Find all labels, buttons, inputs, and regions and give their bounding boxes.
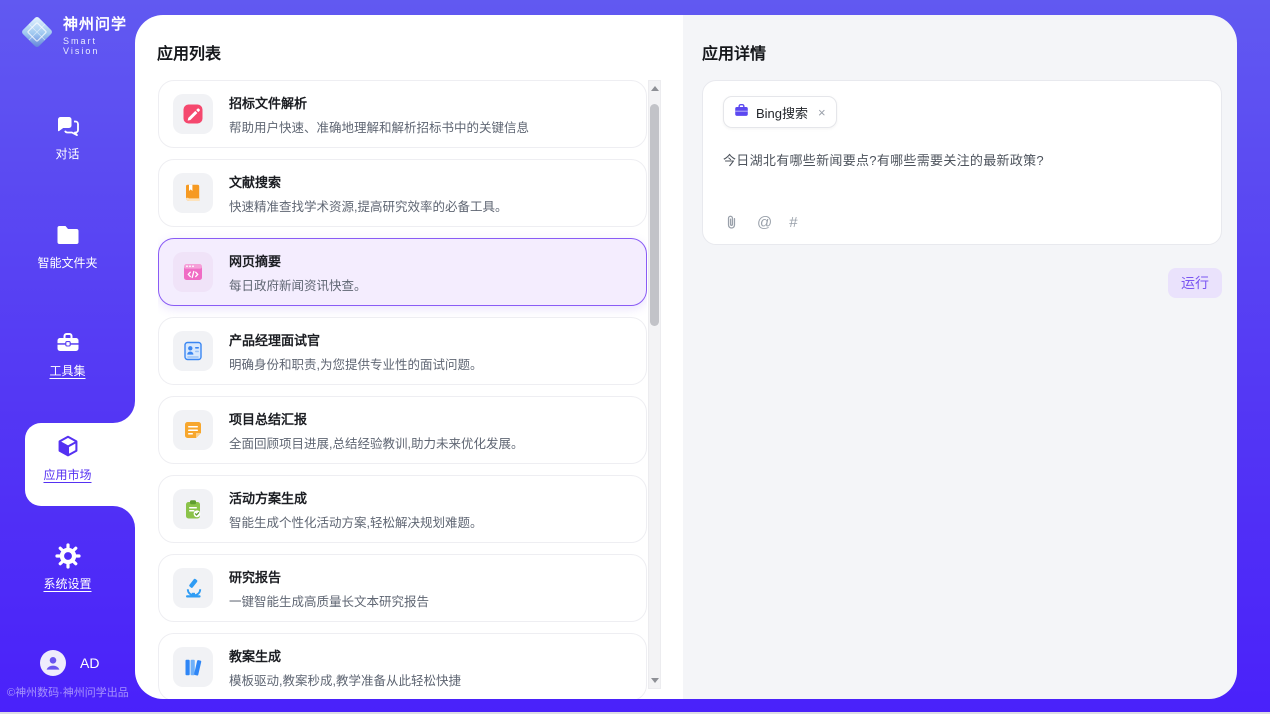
app-list-item[interactable]: 文献搜索 快速精准查找学术资源,提高研究效率的必备工具。 — [158, 159, 647, 227]
research-icon — [173, 568, 213, 608]
app-list-item[interactable]: 招标文件解析 帮助用户快速、准确地理解和解析招标书中的关键信息 — [158, 80, 647, 148]
event-plan-icon — [173, 489, 213, 529]
chat-icon — [0, 112, 135, 142]
topic-icon[interactable]: # — [789, 214, 797, 231]
sidebar-item-chat[interactable]: 对话 — [0, 112, 135, 163]
app-name: 网页摘要 — [229, 251, 367, 270]
composer-toolbar: @ # — [723, 214, 798, 231]
app-list-item[interactable]: 活动方案生成 智能生成个性化活动方案,轻松解决规划难题。 — [158, 475, 647, 543]
app-detail-title: 应用详情 — [702, 40, 766, 64]
sidebar: 神州问学 Smart Vision 对话 智能文件夹 — [0, 0, 135, 714]
app-name: 文献搜索 — [229, 172, 507, 191]
app-name: 教案生成 — [229, 646, 461, 665]
attachment-icon[interactable] — [723, 214, 740, 231]
scroll-up-arrow[interactable] — [651, 86, 659, 91]
app-list-item[interactable]: 网页摘要 每日政府新闻资讯快查。 — [158, 238, 647, 306]
app-list-pane: 应用列表 招标文件解析 帮助用户快速、准确地理解和解析招标书中的关键信息 文献搜… — [135, 15, 683, 699]
app-logo: 神州问学 Smart Vision — [18, 13, 135, 56]
scroll-down-arrow[interactable] — [651, 678, 659, 683]
close-icon[interactable]: × — [818, 105, 826, 120]
sidebar-item-label: 应用市场 — [43, 468, 91, 482]
bid-doc-icon — [173, 94, 213, 134]
app-description: 一键智能生成高质量长文本研究报告 — [229, 591, 429, 610]
sidebar-item-label: 工具集 — [49, 364, 85, 378]
app-description: 全面回顾项目进展,总结经验教训,助力未来优化发展。 — [229, 433, 523, 452]
cube-icon — [0, 433, 135, 463]
avatar — [40, 650, 66, 676]
sidebar-item-label: 对话 — [55, 147, 79, 161]
tool-tag-bing-search[interactable]: Bing搜索 × — [723, 96, 837, 128]
app-description: 快速精准查找学术资源,提高研究效率的必备工具。 — [229, 196, 507, 215]
user-name: AD — [80, 655, 99, 671]
app-config-card: Bing搜索 × 今日湖北有哪些新闻要点?有哪些需要关注的最新政策? @ # — [702, 80, 1222, 245]
app-name: 招标文件解析 — [229, 93, 529, 112]
gear-icon — [0, 542, 135, 572]
app-description: 明确身份和职责,为您提供专业性的面试问题。 — [229, 354, 482, 373]
mention-icon[interactable]: @ — [757, 214, 772, 231]
web-summary-icon — [173, 252, 213, 292]
toolbox-icon — [0, 329, 135, 359]
brand-tagline: Smart Vision — [63, 36, 135, 56]
copyright-text: ©神州数码·神州问学出品 — [7, 684, 135, 700]
app-name: 项目总结汇报 — [229, 409, 523, 428]
sidebar-item-label: 智能文件夹 — [37, 256, 97, 270]
folder-icon — [0, 221, 135, 251]
scrollbar-thumb[interactable] — [650, 104, 659, 326]
user-account[interactable]: AD — [40, 650, 99, 676]
brand-diamond-icon — [18, 13, 56, 56]
project-report-icon — [173, 410, 213, 450]
app-list-item[interactable]: 项目总结汇报 全面回顾项目进展,总结经验教训,助力未来优化发展。 — [158, 396, 647, 464]
sidebar-item-toolset[interactable]: 工具集 — [0, 329, 135, 380]
app-list-item[interactable]: 产品经理面试官 明确身份和职责,为您提供专业性的面试问题。 — [158, 317, 647, 385]
sidebar-item-label: 系统设置 — [43, 577, 91, 591]
book-icon — [173, 173, 213, 213]
prompt-text[interactable]: 今日湖北有哪些新闻要点?有哪些需要关注的最新政策? — [723, 150, 1201, 169]
list-scrollbar[interactable] — [648, 80, 661, 689]
interview-icon — [173, 331, 213, 371]
main-panel: 应用列表 招标文件解析 帮助用户快速、准确地理解和解析招标书中的关键信息 文献搜… — [135, 15, 1237, 699]
app-name: 活动方案生成 — [229, 488, 482, 507]
app-list-item[interactable]: 教案生成 模板驱动,教案秒成,教学准备从此轻松快捷 — [158, 633, 647, 699]
app-list: 招标文件解析 帮助用户快速、准确地理解和解析招标书中的关键信息 文献搜索 快速精… — [158, 80, 647, 699]
sidebar-item-smart-folder[interactable]: 智能文件夹 — [0, 221, 135, 272]
sidebar-item-app-market[interactable]: 应用市场 — [0, 433, 135, 484]
app-description: 智能生成个性化活动方案,轻松解决规划难题。 — [229, 512, 482, 531]
tool-tag-label: Bing搜索 — [756, 103, 808, 122]
app-description: 每日政府新闻资讯快查。 — [229, 275, 367, 294]
briefcase-icon — [734, 103, 749, 121]
sidebar-item-settings[interactable]: 系统设置 — [0, 542, 135, 593]
app-list-item[interactable]: 研究报告 一键智能生成高质量长文本研究报告 — [158, 554, 647, 622]
brand-name: 神州问学 — [63, 13, 135, 34]
app-detail-pane: 应用详情 Bing搜索 × 今日湖北有哪些新闻要点?有哪些需要关注的最新政策? — [683, 15, 1237, 699]
app-list-title: 应用列表 — [157, 40, 221, 64]
app-description: 帮助用户快速、准确地理解和解析招标书中的关键信息 — [229, 117, 529, 136]
run-button[interactable]: 运行 — [1168, 268, 1222, 298]
lesson-plan-icon — [173, 647, 213, 687]
app-name: 产品经理面试官 — [229, 330, 482, 349]
app-name: 研究报告 — [229, 567, 429, 586]
app-description: 模板驱动,教案秒成,教学准备从此轻松快捷 — [229, 670, 461, 689]
